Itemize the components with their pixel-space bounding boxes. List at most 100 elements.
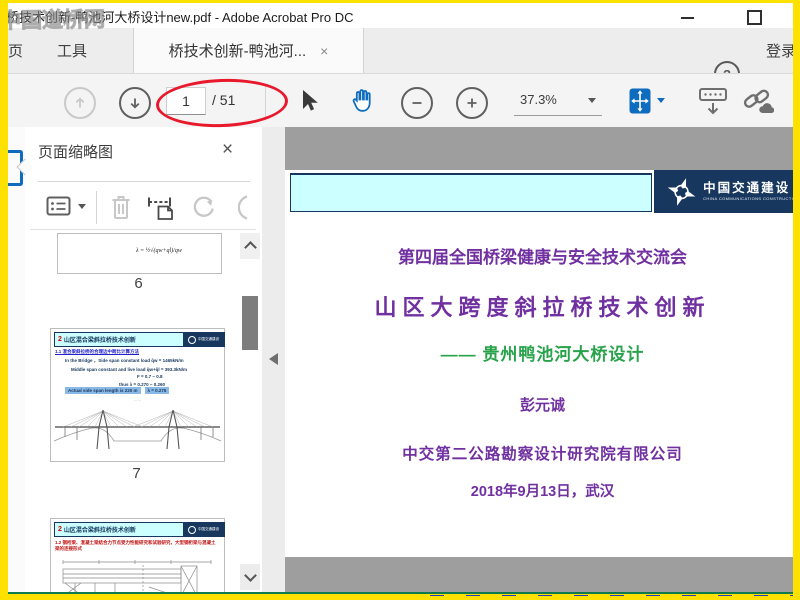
watermark-stamp: 中国道桥网 (0, 8, 106, 34)
cccc-logo-mini-mark (188, 525, 196, 534)
minimize-button[interactable] (673, 6, 701, 29)
zoom-dropdown-caret[interactable] (588, 98, 596, 103)
annotation-frame-right (793, 0, 800, 600)
sign-in-button[interactable]: 登录 (766, 28, 793, 73)
extract-pages-icon (148, 197, 173, 220)
mini-slide-number: 2 (58, 336, 62, 343)
cccc-logo-box: 中国交通建设 CHINA COMMUNICATIONS CONSTRUCTION (654, 170, 800, 213)
plus-icon (467, 98, 477, 108)
tab-document[interactable]: 桥技术创新-鸭池河... × (133, 28, 364, 73)
mini-slide-title: 山区混合梁斜拉桥技术创新 (63, 528, 136, 534)
chevron-up-icon (243, 241, 257, 254)
link-cloud-icon (743, 89, 774, 114)
tab-document-label: 桥技术创新-鸭池河... (168, 43, 307, 60)
thumbnail-page-8[interactable]: 2 山区混合梁斜拉桥技术创新 中国交通建设 1.2 钢桁梁、混凝土梁结合力节点受… (50, 518, 225, 592)
fit-page-button[interactable] (628, 87, 652, 115)
scrollbar-up-button[interactable] (240, 233, 260, 259)
cccc-compass-icon (667, 177, 696, 206)
author-name: 彭元诚 (519, 397, 565, 414)
rotate-clockwise-icon (238, 195, 248, 220)
cccc-logo-mini: 中国交通建设 (184, 522, 225, 537)
thumbnail-7-label: 7 (132, 465, 141, 482)
zoom-in-button[interactable] (456, 87, 488, 119)
annotation-frame-left (0, 0, 8, 600)
arrow-down-icon (130, 98, 140, 109)
delete-pages-button[interactable] (109, 193, 133, 222)
scrollbar-thumb[interactable] (242, 296, 258, 350)
rotate-cw-button[interactable] (238, 194, 256, 221)
mini-highlight-left: Actual side span length is 220 m (65, 387, 141, 394)
thumbnail-page-7[interactable]: 2 山区混合梁斜拉桥技术创新 中国交通建设 1.1 混合梁斜拉桥的合理边中跨比计… (50, 328, 225, 462)
mini-highlight-right: λ = 0.275 (144, 387, 170, 394)
mini-dots: …… (133, 397, 142, 402)
panel-toolbar-separator (96, 191, 97, 224)
collapse-panel-handle[interactable] (269, 353, 278, 365)
fit-page-icon (629, 88, 651, 114)
slide-subtitle: —— 贵州鸭池河大桥设计 (440, 345, 645, 364)
tab-tools[interactable]: 工具 (57, 28, 87, 73)
cccc-logo-cn: 中国交通建设 (703, 181, 791, 196)
cccc-logo-mini: 中国交通建设 (184, 332, 225, 347)
extract-pages-button[interactable] (146, 194, 174, 221)
tab-bar: 页 工具 桥技术创新-鸭池河... × ? 登录 (0, 28, 800, 87)
select-tool-button[interactable] (296, 87, 320, 115)
panel-close-button[interactable]: × (222, 139, 233, 161)
mini-slide-title: 山区混合梁斜拉桥技术创新 (63, 338, 136, 344)
acrobat-window: 桥技术创新-鸭池河大桥设计new.pdf - Adobe Acrobat Pro… (0, 0, 800, 600)
panel-divider (30, 229, 256, 230)
minus-icon (412, 102, 422, 104)
zoom-field-underline (514, 115, 602, 116)
mini-slide-title-band: 2 山区混合梁斜拉桥技术创新 (54, 522, 184, 537)
options-list-icon (46, 196, 71, 216)
next-page-button[interactable] (119, 87, 151, 119)
mini-highlight-row: Actual side span length is 220 m λ = 0.2… (65, 387, 170, 394)
tab-home[interactable]: 页 (8, 28, 23, 73)
previous-page-button[interactable] (64, 87, 96, 119)
maximize-button[interactable] (740, 6, 768, 29)
date-location: 2018年9月13日，武汉 (470, 484, 615, 500)
cccc-logo-en: CHINA COMMUNICATIONS CONSTRUCTION (703, 195, 800, 201)
keyboard-download-icon (699, 88, 727, 115)
mini-section-title: 1.1 混合梁斜拉桥的合理边中跨比计算方法 (55, 349, 140, 354)
mini-slide-header: 2 山区混合梁斜拉桥技术创新 中国交通建设 (54, 522, 225, 537)
cccc-logo-text: 中国交通建设 CHINA COMMUNICATIONS CONSTRUCTION (703, 181, 800, 201)
cccc-logo-mini-text: 中国交通建设 (198, 527, 219, 531)
panel-gutter (262, 127, 285, 592)
zoom-level-value[interactable]: 37.3% (520, 92, 557, 107)
cccc-logo-mini-text: 中国交通建设 (198, 337, 219, 341)
mini-section-title: 1.2 钢桁梁、混凝土梁结合力节点受力性能研究和试验研究，大型钢桁梁与混凝土梁的… (55, 540, 216, 552)
organization-name: 中交第二公路勘察设计研究院有限公司 (402, 446, 683, 463)
thumbnail-options-button[interactable] (46, 196, 72, 217)
send-to-device-button[interactable] (698, 85, 728, 117)
trash-icon (112, 196, 130, 219)
rotate-counterclockwise-icon (193, 196, 214, 217)
hand-icon (352, 89, 371, 112)
share-link-button[interactable] (742, 86, 774, 116)
minimize-icon (680, 16, 694, 19)
mini-slide-number: 2 (58, 526, 62, 533)
title-bar: 桥技术创新-鸭池河大桥设计new.pdf - Adobe Acrobat Pro… (0, 3, 800, 29)
slide-title-band (290, 173, 652, 212)
thumbnail-page-6[interactable]: λ = ½√(qw+ql)/qw (57, 233, 222, 274)
rotate-ccw-button[interactable] (190, 194, 217, 221)
tab-close-icon[interactable]: × (320, 43, 328, 59)
page-thumbnails-panel: 页面缩略图 × λ = ½√(qw+ql)/qw 6 2 山区混合梁斜拉桥技术创… (25, 127, 263, 592)
options-caret[interactable] (78, 204, 86, 209)
thumbnail-6-label: 6 (134, 275, 143, 292)
chevron-down-icon (243, 569, 257, 582)
hand-tool-button[interactable] (348, 87, 375, 114)
scrollbar-down-button[interactable] (240, 564, 260, 590)
annotation-frame-bottom (0, 596, 800, 600)
zoom-out-button[interactable] (401, 87, 433, 119)
green-line (8, 592, 793, 594)
annotation-frame-top (0, 0, 800, 3)
mini-slide-header: 2 山区混合梁斜拉桥技术创新 中国交通建设 (54, 332, 225, 347)
bridge-elevation-drawing (53, 409, 222, 450)
maximize-icon (746, 10, 762, 25)
arrow-up-icon (75, 97, 85, 108)
fit-page-caret[interactable] (657, 98, 665, 103)
mini-slide-title-band: 2 山区混合梁斜拉桥技术创新 (54, 332, 184, 347)
panel-divider (38, 181, 250, 182)
thumbnail-6-formula: λ = ½√(qw+ql)/qw (136, 248, 182, 254)
mini-body-text: In the Bridge ，Side span constant load q… (65, 358, 188, 387)
